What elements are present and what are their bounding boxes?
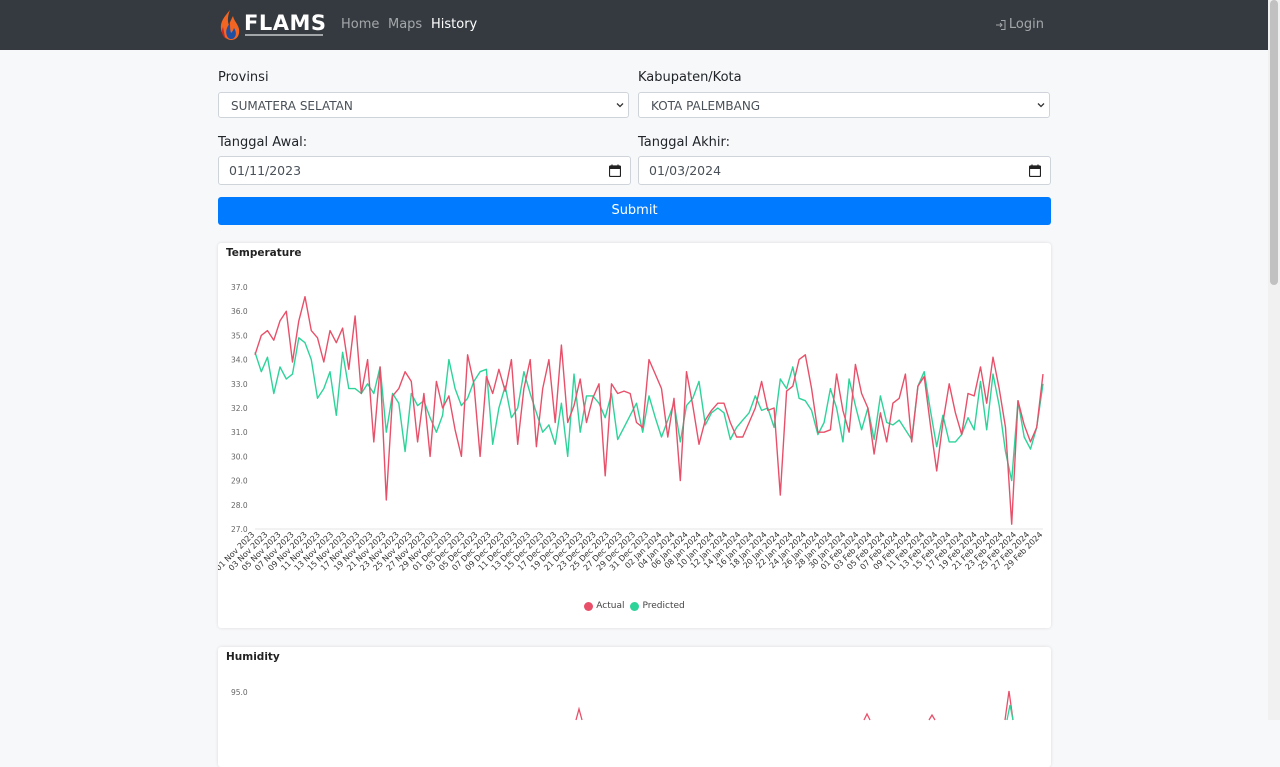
series-line-actual bbox=[575, 706, 583, 721]
scrollbar-thumb[interactable] bbox=[1270, 0, 1278, 285]
y-tick-label: 32.0 bbox=[231, 404, 248, 413]
legend-item-actual[interactable]: Actual bbox=[584, 601, 624, 611]
series-line-actual[interactable] bbox=[254, 296, 1044, 525]
page-scrollbar[interactable] bbox=[1268, 0, 1280, 720]
nav-link-home[interactable]: Home bbox=[341, 17, 379, 32]
legend-label-predicted: Predicted bbox=[642, 601, 685, 611]
series-line-actual bbox=[863, 712, 871, 721]
start-date-input[interactable]: 01/11/2023 bbox=[218, 156, 631, 185]
y-tick-label: 35.0 bbox=[231, 331, 248, 340]
y-tick-label: 27.0 bbox=[231, 525, 248, 534]
kabupaten-label: Kabupaten/Kota bbox=[638, 70, 742, 85]
series-line-actual bbox=[928, 713, 936, 721]
kabupaten-selected-value: KOTA PALEMBANG bbox=[651, 99, 761, 113]
chevron-down-icon bbox=[1037, 103, 1045, 108]
navbar: FLAMS Home Maps History Login bbox=[0, 0, 1268, 50]
y-tick-label: 95.0 bbox=[231, 688, 248, 697]
end-date-value: 01/03/2024 bbox=[649, 163, 722, 178]
nav-link-maps[interactable]: Maps bbox=[388, 17, 422, 32]
y-tick-label: 28.0 bbox=[231, 501, 248, 510]
chevron-down-icon bbox=[616, 103, 624, 108]
legend-swatch-actual bbox=[584, 601, 594, 611]
y-tick-label: 37.0 bbox=[231, 283, 248, 292]
calendar-icon[interactable] bbox=[1029, 164, 1041, 177]
humidity-chart: 95.0 bbox=[231, 688, 1014, 721]
series-line-predicted bbox=[1006, 704, 1014, 721]
end-date-label: Tanggal Akhir: bbox=[638, 135, 730, 150]
provinsi-selected-value: SUMATERA SELATAN bbox=[231, 99, 353, 113]
temperature-chart: 27.0 28.0 29.0 30.0 31.0 32.0 33.0 34.0 35.0 36.0… bbox=[218, 283, 1044, 573]
login-link[interactable]: Login bbox=[995, 17, 1044, 32]
y-tick-label: 33.0 bbox=[231, 380, 248, 389]
y-tick-label: 31.0 bbox=[231, 428, 248, 437]
provinsi-label: Provinsi bbox=[218, 70, 269, 85]
brand-tagline bbox=[245, 34, 323, 36]
temperature-chart-card: Temperature 27.0 28.0 29.0 30.0 31.0 32.0 33.0… bbox=[218, 243, 1051, 628]
login-icon bbox=[995, 19, 1006, 30]
legend-label-actual: Actual bbox=[596, 601, 625, 611]
y-tick-label: 30.0 bbox=[231, 452, 248, 461]
y-tick-label: 36.0 bbox=[231, 307, 248, 316]
chart-legend: Actual Predicted bbox=[218, 601, 1051, 611]
y-tick-label: 29.0 bbox=[231, 477, 248, 486]
end-date-input[interactable]: 01/03/2024 bbox=[638, 156, 1051, 185]
y-tick-label: 34.0 bbox=[231, 356, 248, 365]
kabupaten-select[interactable]: KOTA PALEMBANG bbox=[638, 92, 1050, 118]
humidity-chart-card: Humidity 95.0 bbox=[218, 647, 1051, 767]
legend-item-predicted[interactable]: Predicted bbox=[630, 601, 685, 611]
start-date-value: 01/11/2023 bbox=[229, 163, 302, 178]
legend-swatch-predicted bbox=[630, 601, 640, 611]
calendar-icon[interactable] bbox=[609, 164, 621, 177]
provinsi-select[interactable]: SUMATERA SELATAN bbox=[218, 92, 629, 118]
login-label: Login bbox=[1008, 17, 1044, 32]
flame-icon bbox=[220, 10, 240, 40]
submit-button[interactable]: Submit bbox=[218, 197, 1051, 225]
nav-link-history[interactable]: History bbox=[431, 17, 477, 32]
start-date-label: Tanggal Awal: bbox=[218, 135, 308, 150]
brand-name: FLAMS bbox=[244, 11, 327, 35]
